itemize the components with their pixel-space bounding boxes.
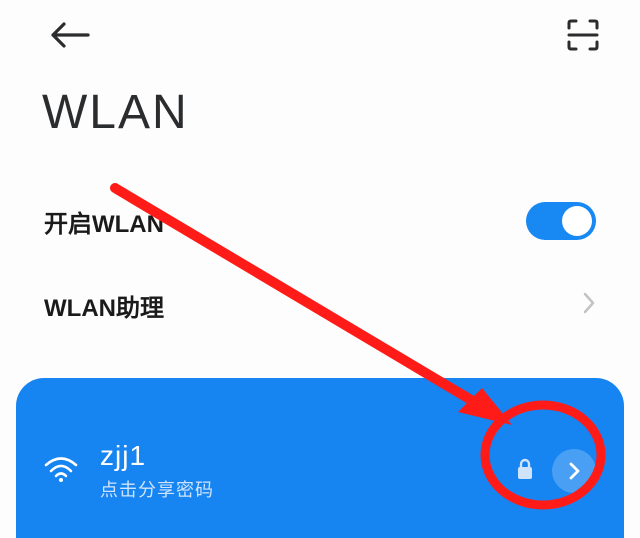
share-hint: 点击分享密码 [100, 476, 516, 502]
back-button[interactable] [50, 21, 90, 54]
toggle-knob-icon [562, 206, 592, 236]
page-title: WLAN [0, 57, 640, 140]
wlan-assistant-row[interactable]: WLAN助理 [0, 272, 640, 338]
wlan-assistant-label: WLAN助理 [44, 288, 164, 323]
ssid-text: zjj1 [100, 440, 516, 472]
connected-network-card[interactable]: zjj1 点击分享密码 [16, 378, 624, 538]
wifi-icon [44, 456, 78, 487]
ssid-block: zjj1 点击分享密码 [100, 440, 516, 502]
wlan-toggle[interactable] [526, 202, 596, 240]
scan-button[interactable] [566, 18, 600, 57]
wlan-enable-row[interactable]: 开启WLAN [0, 188, 640, 254]
wlan-enable-label: 开启WLAN [44, 204, 164, 239]
header-bar [0, 0, 640, 57]
chevron-right-icon [582, 291, 596, 320]
arrow-left-icon [50, 21, 90, 49]
lock-icon [516, 458, 534, 485]
network-details-button[interactable] [552, 449, 596, 493]
chevron-right-icon [568, 462, 580, 480]
scan-icon [566, 18, 600, 52]
